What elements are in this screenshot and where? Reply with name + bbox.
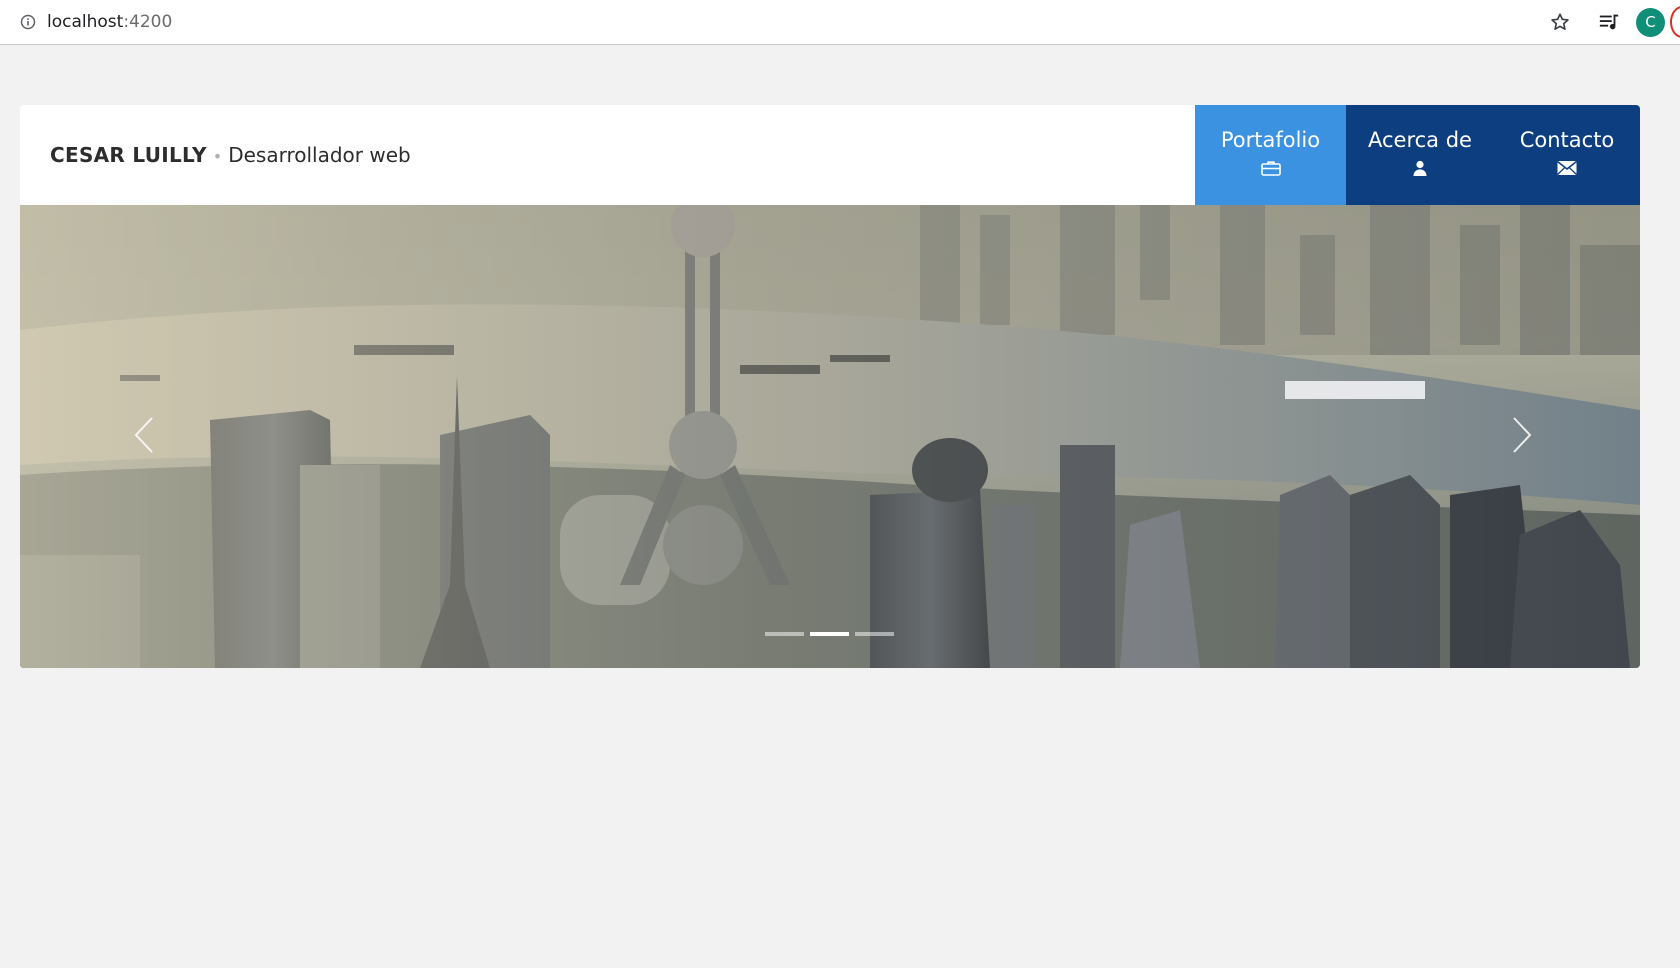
url-port: :4200	[123, 12, 173, 32]
profile-avatar[interactable]: C	[1636, 8, 1665, 37]
url-host: localhost	[47, 12, 124, 32]
browser-toolbar: localhost:4200 C	[0, 0, 1680, 45]
address-bar-url[interactable]: localhost:4200	[47, 10, 172, 34]
nav-item-label: Contacto	[1519, 128, 1615, 152]
carousel-indicators	[765, 632, 894, 636]
envelope-icon	[1557, 160, 1577, 175]
star-icon[interactable]	[1549, 11, 1571, 33]
brand[interactable]: CESAR LUILLY • Desarrollador web	[50, 141, 411, 171]
info-icon[interactable]	[20, 14, 36, 30]
user-icon	[1413, 160, 1427, 176]
carousel-prev-chevron-icon[interactable]	[130, 415, 160, 455]
site-container: CESAR LUILLY • Desarrollador web Portafoli…	[20, 105, 1640, 668]
nav-item-contacto[interactable]: Contacto	[1494, 105, 1640, 205]
site-header: CESAR LUILLY • Desarrollador web Portafoli…	[20, 105, 1640, 205]
briefcase-icon	[1260, 161, 1281, 176]
carousel-next-chevron-icon[interactable]	[1506, 415, 1536, 455]
extension-indicator[interactable]	[1670, 6, 1680, 38]
carousel-indicator-active[interactable]	[810, 632, 849, 636]
main-nav: Portafolio Acerca de Contacto	[1195, 105, 1640, 205]
nav-item-label: Acerca de	[1368, 128, 1472, 152]
hero-image	[20, 205, 1640, 668]
carousel-indicator[interactable]	[855, 632, 894, 636]
carousel-indicator[interactable]	[765, 632, 804, 636]
nav-item-acerca-de[interactable]: Acerca de	[1346, 105, 1494, 205]
media-queue-icon[interactable]	[1598, 11, 1620, 33]
hero-carousel	[20, 205, 1640, 668]
brand-separator: •	[212, 147, 223, 166]
nav-item-portafolio[interactable]: Portafolio	[1195, 105, 1346, 205]
nav-item-label: Portafolio	[1220, 128, 1321, 152]
brand-subtitle: Desarrollador web	[228, 143, 411, 167]
brand-name: CESAR LUILLY	[50, 143, 207, 167]
